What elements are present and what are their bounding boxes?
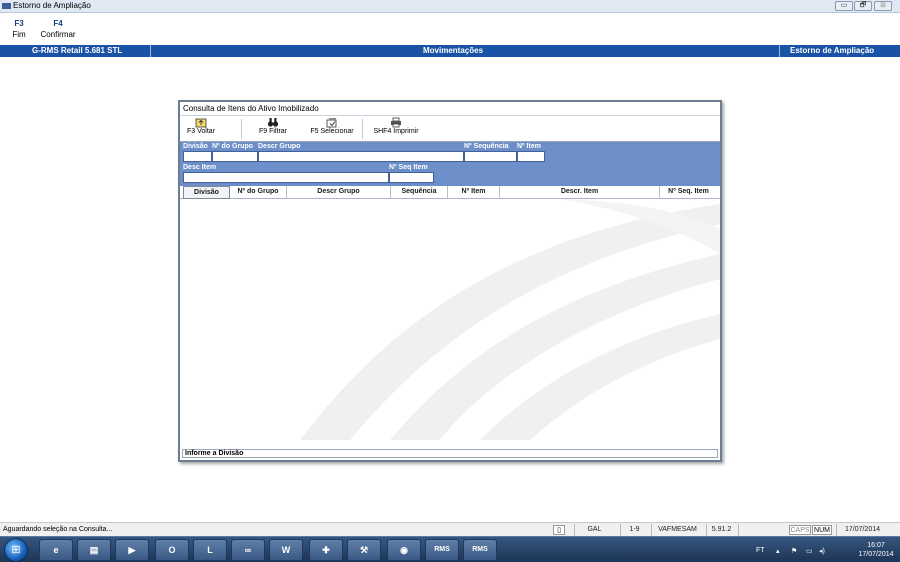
word-icon[interactable]: W <box>269 539 303 561</box>
rms-icon[interactable]: RMS <box>425 539 459 561</box>
folder-up-icon <box>195 117 207 128</box>
fkey-confirmar[interactable]: F4 Confirmar <box>38 19 78 39</box>
module-header: G-RMS Retail 5.681 STL Movimentações Est… <box>0 45 900 57</box>
status-cell-version: 5.91.2 <box>706 524 736 536</box>
function-key-bar: F3 Fim F4 Confirmar <box>0 14 900 44</box>
printer-icon <box>390 117 402 128</box>
consulta-dialog: Consulta de Itens do Ativo Imobilizado F… <box>178 100 722 462</box>
lync-icon[interactable]: L <box>193 539 227 561</box>
selecionar-button[interactable]: F5 Selecionar <box>308 117 356 135</box>
ie-icon[interactable]: e <box>39 539 73 561</box>
tray-expand-icon[interactable]: ▴ <box>776 547 780 555</box>
status-date: 17/07/2014 <box>836 524 888 536</box>
divisao-input[interactable] <box>183 151 212 162</box>
toolbar-separator <box>362 119 363 139</box>
window-title: Estorno de Ampliação <box>13 1 91 10</box>
caps-indicator: CAPS <box>789 525 811 535</box>
dialog-toolbar: F3 Voltar F9 Filtrar F5 Selecionar SHF4 … <box>180 116 720 142</box>
fkey-code: F3 <box>14 19 24 28</box>
desc-item-label: Desc Item <box>183 164 217 171</box>
status-cell-gal: GAL <box>574 524 614 536</box>
infinity-app-icon[interactable]: ∞ <box>231 539 265 561</box>
tray-clock[interactable]: 16:07 17/07/2014 <box>856 541 896 559</box>
toolbar-separator <box>241 119 242 139</box>
explorer-icon[interactable]: ▤ <box>77 539 111 561</box>
status-cell-range: 1-9 <box>620 524 648 536</box>
nr-item-label: Nº Item <box>517 143 541 150</box>
column-nr-seq-item[interactable]: Nº Seq. Item <box>660 186 717 199</box>
dialog-status-message: Informe a Divisão <box>182 449 718 458</box>
nr-sequencia-label: Nº Sequência <box>464 143 509 150</box>
dialog-title: Consulta de Itens do Ativo Imobilizado <box>180 102 720 116</box>
document-icon: ▯ <box>553 525 565 535</box>
start-button[interactable]: ⊞ <box>4 538 28 562</box>
imprimir-label: SHF4 Imprimir <box>373 128 419 135</box>
system-tray: FT ▴ ⚑ ▭ ◂) 16:07 17/07/2014 <box>756 539 896 561</box>
selecionar-label: F5 Selecionar <box>310 128 354 135</box>
window-title-bar: Estorno de Ampliação ▭ 🗗 ⊠ <box>0 0 900 13</box>
status-message: Aguardando seleção na Consulta... <box>3 526 113 533</box>
grid-header: Divisão Nº do Grupo Descr Grupo Sequênci… <box>180 186 720 199</box>
voltar-button[interactable]: F3 Voltar <box>184 117 218 135</box>
nr-sequencia-input[interactable] <box>464 151 517 162</box>
filtrar-button[interactable]: F9 Filtrar <box>256 117 290 135</box>
close-button[interactable]: ⊠ <box>874 1 892 11</box>
media-player-icon[interactable]: ▶ <box>115 539 149 561</box>
nr-seq-item-label: Nº Seq Item <box>389 164 428 171</box>
fkey-label: Fim <box>12 30 26 39</box>
nr-seq-item-input[interactable] <box>389 172 434 183</box>
column-nr-item[interactable]: Nº Item <box>448 186 500 199</box>
taskbar: ⊞ e ▤ ▶ O L ∞ W ✚ ⚒ ◉ RMS RMS FT ▴ ⚑ ▭ ◂… <box>0 536 900 562</box>
divisao-label: Divisão <box>183 143 208 150</box>
status-cell-user: VAFMESAM <box>651 524 703 536</box>
volume-icon[interactable]: ◂) <box>819 547 825 555</box>
app-tools-icon[interactable]: ⚒ <box>347 539 381 561</box>
header-divider <box>779 45 780 57</box>
app-icon <box>2 3 11 9</box>
nr-grupo-input[interactable] <box>212 151 258 162</box>
restore-button[interactable]: 🗗 <box>854 1 872 11</box>
outlook-icon[interactable]: O <box>155 539 189 561</box>
filter-panel: Divisão Nº do Grupo Descr Grupo Nº Sequê… <box>180 142 720 186</box>
fkey-code: F4 <box>53 19 63 28</box>
results-grid[interactable] <box>180 199 720 440</box>
app-globe-icon[interactable]: ◉ <box>387 539 421 561</box>
header-module: Movimentações <box>423 46 484 55</box>
header-system-name: G-RMS Retail 5.681 STL <box>32 46 123 55</box>
column-nr-grupo[interactable]: Nº do Grupo <box>230 186 287 199</box>
nr-item-input[interactable] <box>517 151 545 162</box>
rms-icon[interactable]: RMS <box>463 539 497 561</box>
fkey-fim[interactable]: F3 Fim <box>10 19 28 39</box>
header-divider <box>150 45 151 57</box>
status-bar: Aguardando seleção na Consulta... ▯ GAL … <box>0 522 900 536</box>
clock-time: 16:07 <box>867 542 885 549</box>
imprimir-button[interactable]: SHF4 Imprimir <box>369 117 423 135</box>
column-descr-grupo[interactable]: Descr Grupo <box>287 186 391 199</box>
app-plus-icon[interactable]: ✚ <box>309 539 343 561</box>
nr-grupo-label: Nº do Grupo <box>212 143 254 150</box>
background-watermark <box>300 199 720 440</box>
column-descr-item[interactable]: Descr. Item <box>500 186 660 199</box>
header-program: Estorno de Ampliação <box>790 46 875 55</box>
select-icon <box>326 117 338 128</box>
binoculars-icon <box>267 117 279 128</box>
tray-language[interactable]: FT <box>756 547 765 554</box>
status-cell-empty <box>738 524 784 536</box>
column-sequencia[interactable]: Sequência <box>391 186 448 199</box>
minimize-button[interactable]: ▭ <box>835 1 853 11</box>
num-indicator: NUM <box>812 525 832 535</box>
filtrar-label: F9 Filtrar <box>259 128 287 135</box>
column-divisao[interactable]: Divisão <box>183 186 230 199</box>
fkey-label: Confirmar <box>40 30 76 39</box>
clock-date: 17/07/2014 <box>858 551 894 558</box>
voltar-label: F3 Voltar <box>186 128 215 135</box>
flag-icon[interactable]: ⚑ <box>791 547 797 555</box>
network-icon[interactable]: ▭ <box>806 547 813 555</box>
descr-grupo-input[interactable] <box>258 151 464 162</box>
descr-grupo-label: Descr Grupo <box>258 143 301 150</box>
desc-item-input[interactable] <box>183 172 389 183</box>
